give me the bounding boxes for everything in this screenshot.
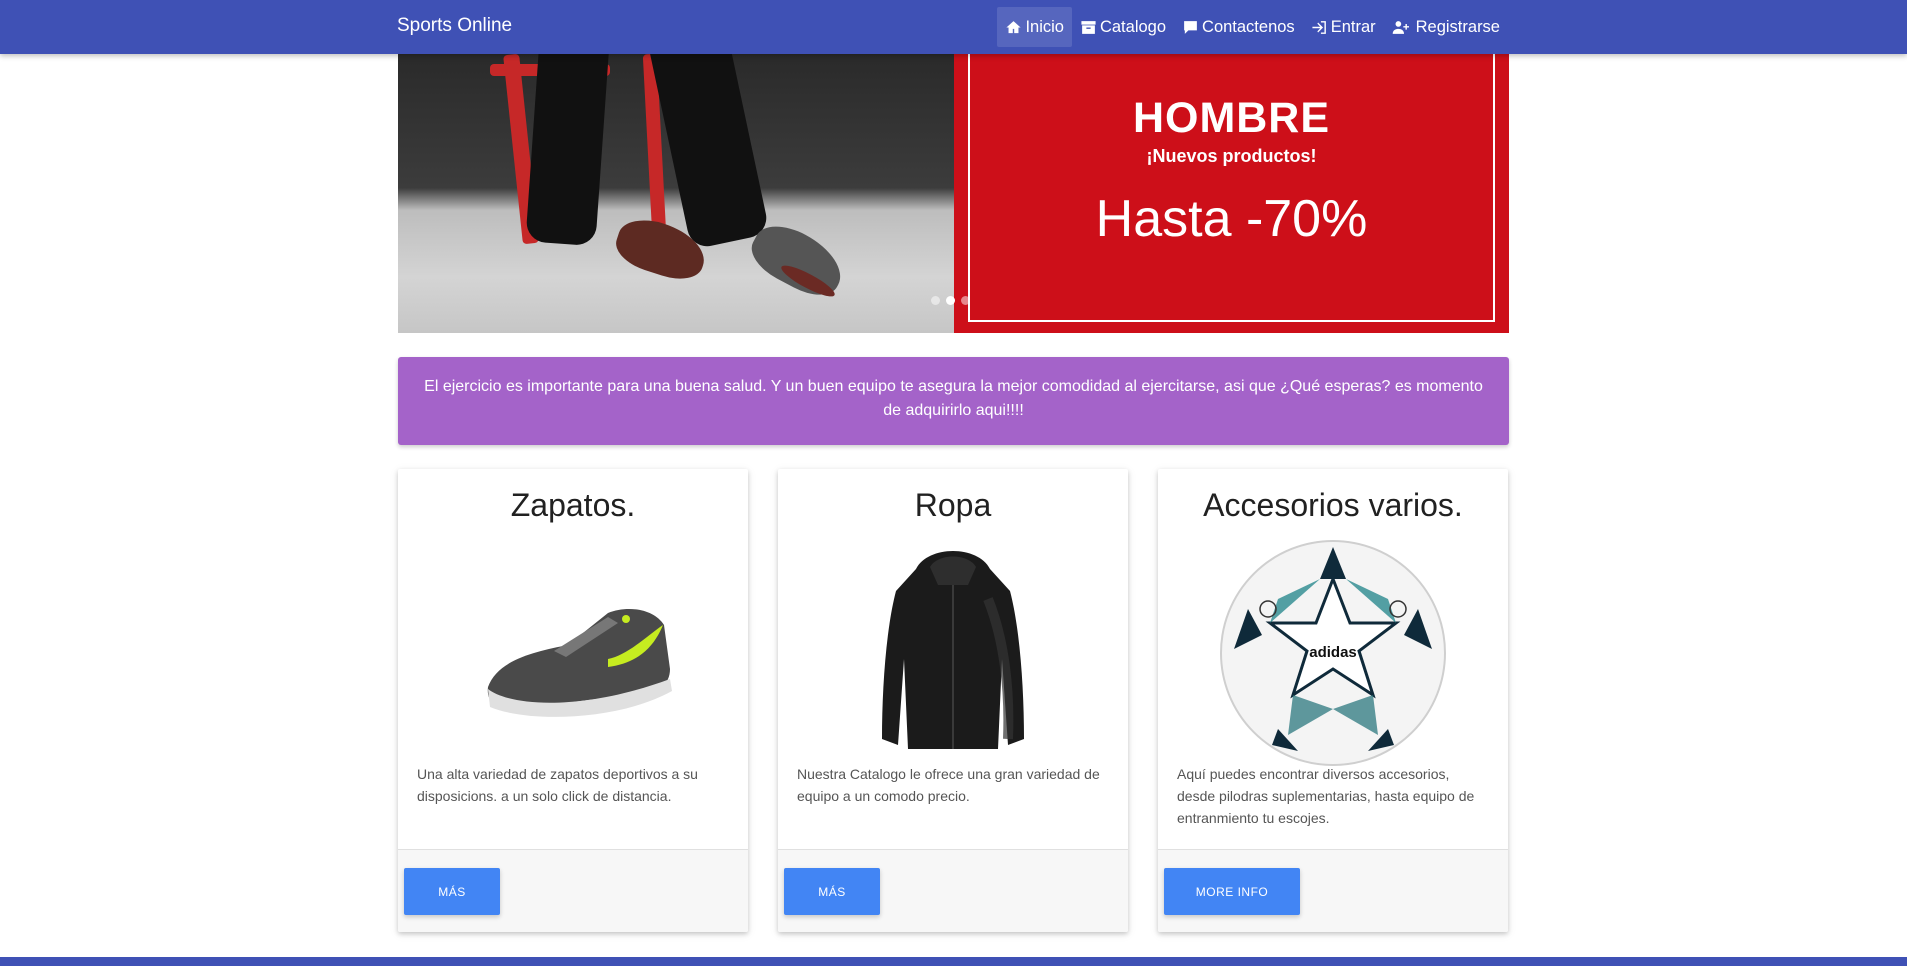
user-plus-icon [1392, 20, 1409, 34]
promo-discount: Hasta -70% [1095, 190, 1368, 248]
nav-item-label: Registrarse [1415, 17, 1500, 36]
nav-item-inicio[interactable]: Inicio [997, 7, 1072, 47]
home-icon [1006, 20, 1022, 33]
hero-carousel[interactable]: HOMBRE ¡Nuevos productos! Hasta -70% [398, 54, 1509, 333]
card-accesorios: Accesorios varios. adidas Aquí puedes en… [1158, 469, 1508, 932]
card-ropa: Ropa Nuestra Catalogo le ofrece una gran… [778, 469, 1128, 932]
nav-item-label: Inicio [1025, 17, 1064, 36]
promo-banner: HOMBRE ¡Nuevos productos! Hasta -70% [954, 54, 1509, 333]
nav-item-label: Contactenos [1202, 17, 1295, 36]
health-message-alert: El ejercicio es importante para una buen… [398, 357, 1509, 445]
nav-item-label: Entrar [1330, 17, 1376, 36]
nav-item-label: Catalogo [1099, 17, 1167, 36]
promo-title: HOMBRE [1132, 94, 1331, 142]
svg-text:adidas: adidas [1309, 644, 1357, 661]
card-title: Accesorios varios. [1203, 487, 1463, 523]
sign-in-icon [1312, 20, 1326, 34]
card-description: Aquí puedes encontrar diversos accesorio… [1177, 766, 1475, 826]
page-footer [0, 957, 1907, 966]
carousel-indicator-1[interactable] [931, 296, 940, 305]
card-footer: Más [778, 849, 1128, 932]
sneaker-image [487, 609, 672, 717]
card-footer: Más [398, 849, 748, 932]
mas-button[interactable]: Más [404, 868, 500, 915]
promo-subtitle: ¡Nuevos productos! [1146, 146, 1317, 166]
card-zapatos: Zapatos. Una alta variedad de zapatos de… [398, 469, 748, 932]
jacket-image [882, 551, 1024, 749]
nav-item-registrarse[interactable]: Registrarse [1384, 7, 1508, 47]
carousel-indicator-2[interactable] [946, 296, 955, 305]
nav-menu: Inicio Catalogo Contactenos Entrar Regis… [997, 7, 1508, 47]
carousel-indicator-3[interactable] [961, 296, 970, 305]
nav-item-contactenos[interactable]: Contactenos [1174, 7, 1303, 47]
soccer-ball-image: adidas [1220, 540, 1446, 766]
navbar: Sports Online Inicio Catalogo Contacteno… [0, 0, 1907, 54]
nav-item-catalogo[interactable]: Catalogo [1072, 7, 1174, 47]
carousel-indicators [931, 296, 970, 305]
mas-button[interactable]: Más [784, 868, 880, 915]
nav-item-entrar[interactable]: Entrar [1303, 7, 1384, 47]
carousel-photo [398, 54, 954, 333]
card-description: Una alta variedad de zapatos deportivos … [417, 766, 698, 804]
archive-icon [1081, 20, 1096, 34]
more-info-button[interactable]: More info [1164, 868, 1300, 915]
card-title: Ropa [914, 487, 992, 523]
brand-link[interactable]: Sports Online [397, 15, 512, 37]
comment-icon [1184, 20, 1197, 34]
card-description: Nuestra Catalogo le ofrece una gran vari… [797, 766, 1100, 804]
card-footer: More info [1158, 849, 1508, 932]
card-title: Zapatos. [510, 487, 636, 523]
